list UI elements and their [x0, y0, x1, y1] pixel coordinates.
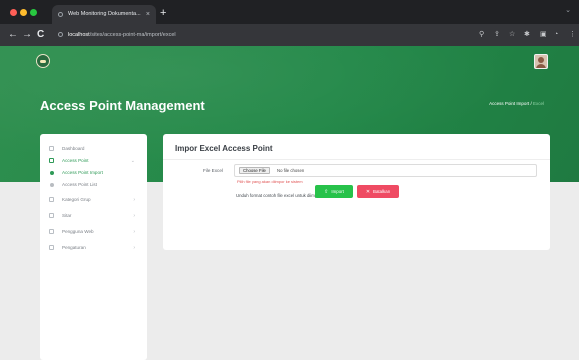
- tab-title: Web Monitoring Dokumenta...: [68, 11, 141, 17]
- chevron-right-icon: ›: [133, 197, 135, 203]
- chevron-right-icon: ›: [133, 213, 135, 219]
- home-icon: [49, 146, 54, 151]
- sidebar-item-label: Sitar: [62, 213, 72, 218]
- sidebar: Dashboard Access Point ⌄ Access Point Im…: [40, 134, 147, 360]
- import-button-label: Import: [331, 189, 344, 194]
- file-helper-text: Pilih file yang akan diimpor ke sistem: [237, 179, 303, 184]
- info-icon[interactable]: [58, 32, 63, 37]
- browser-tab[interactable]: Web Monitoring Dokumenta... ×: [52, 5, 156, 24]
- card-title: Impor Excel Access Point: [175, 144, 273, 153]
- folder-icon: [49, 197, 54, 202]
- sidebar-item-kategori-grup[interactable]: Kategori Grup ›: [40, 194, 147, 206]
- sidebar-item-label: Kategori Grup: [62, 197, 91, 202]
- file-excel-label: File Excel: [203, 168, 223, 173]
- sidebar-item-label: Access Point Import: [62, 170, 103, 175]
- breadcrumb: Access Point Import / Excel: [489, 101, 544, 106]
- tab-close-icon[interactable]: ×: [146, 5, 150, 24]
- address-bar[interactable]: localhost/sites/access-point-ma/import/e…: [56, 28, 466, 42]
- browser-toolbar: ← → C localhost/sites/access-point-ma/im…: [0, 24, 579, 46]
- back-icon[interactable]: ←: [8, 27, 18, 43]
- sidebar-item-label: Access Point List: [62, 182, 97, 187]
- sidebar-item-access-point-import[interactable]: Access Point Import: [40, 167, 147, 179]
- gear-icon: [49, 245, 54, 250]
- minimize-window-button[interactable]: [20, 9, 27, 16]
- sidebar-item-label: Access Point: [62, 158, 89, 163]
- choose-file-button[interactable]: Choose File: [239, 167, 270, 174]
- users-icon: [49, 229, 54, 234]
- share-icon[interactable]: ⇪: [494, 30, 500, 40]
- chevron-right-icon: ›: [133, 229, 135, 235]
- new-tab-button[interactable]: +: [160, 5, 166, 22]
- sidebar-item-dashboard[interactable]: Dashboard: [40, 143, 147, 155]
- breadcrumb-parent[interactable]: Access Point Import: [489, 101, 529, 106]
- sidebar-item-sitar[interactable]: Sitar ›: [40, 210, 147, 222]
- app-logo[interactable]: [36, 54, 50, 68]
- close-window-button[interactable]: [10, 9, 17, 16]
- sidebar-item-pengguna-web[interactable]: Pengguna Web ›: [40, 226, 147, 238]
- list-icon: [49, 213, 54, 218]
- tab-search-icon[interactable]: ⌄: [565, 6, 571, 14]
- chevron-right-icon: ›: [133, 245, 135, 251]
- wifi-icon: [49, 158, 54, 163]
- globe-icon: [58, 12, 63, 17]
- sidebar-item-pengaturan[interactable]: Pengaturan ›: [40, 242, 147, 254]
- import-button[interactable]: ⇧ Import: [315, 185, 353, 198]
- url-host: localhost: [68, 32, 90, 38]
- sidebar-toggle-icon[interactable]: ▣: [540, 30, 547, 40]
- reload-icon[interactable]: C: [37, 27, 44, 43]
- sidebar-item-access-point[interactable]: Access Point ⌄: [40, 155, 147, 167]
- web-page: Access Point Management Access Point Imp…: [0, 46, 579, 360]
- file-input[interactable]: Choose File No file chosen: [234, 164, 537, 177]
- dot-icon: [50, 183, 54, 187]
- sidebar-item-label: Dashboard: [62, 146, 85, 151]
- cancel-button-label: Batalkan: [373, 189, 391, 194]
- chevron-down-icon: ⌄: [130, 158, 135, 164]
- upload-icon: ⇧: [324, 189, 329, 195]
- extension-icon[interactable]: ✱: [524, 30, 530, 40]
- template-hint-text: Unduh format contoh file excel untuk dii…: [236, 193, 322, 198]
- sidebar-item-label: Pengaturan: [62, 245, 86, 250]
- forward-icon[interactable]: →: [22, 27, 32, 43]
- divider: [163, 159, 550, 160]
- cancel-button[interactable]: ✕ Batalkan: [357, 185, 399, 198]
- breadcrumb-separator: /: [530, 101, 532, 106]
- url-path: /sites/access-point-ma/import/excel: [89, 32, 176, 38]
- sidebar-item-label: Pengguna Web: [62, 229, 94, 234]
- avatar[interactable]: [534, 54, 548, 69]
- file-status: No file chosen: [277, 168, 305, 173]
- breadcrumb-current: Excel: [532, 101, 544, 106]
- page-title: Access Point Management: [40, 98, 205, 113]
- maximize-window-button[interactable]: [30, 9, 37, 16]
- profile-icon[interactable]: ◔: [554, 30, 558, 40]
- more-menu-icon[interactable]: ⋮: [569, 30, 576, 40]
- sidebar-item-access-point-list[interactable]: Access Point List: [40, 179, 147, 191]
- browser-tab-bar: Web Monitoring Dokumenta... × + ⌄: [0, 0, 579, 24]
- close-icon: ✕: [365, 189, 371, 195]
- star-icon[interactable]: ☆: [509, 30, 515, 40]
- search-icon[interactable]: ⚲: [479, 30, 484, 40]
- dot-icon: [50, 171, 54, 175]
